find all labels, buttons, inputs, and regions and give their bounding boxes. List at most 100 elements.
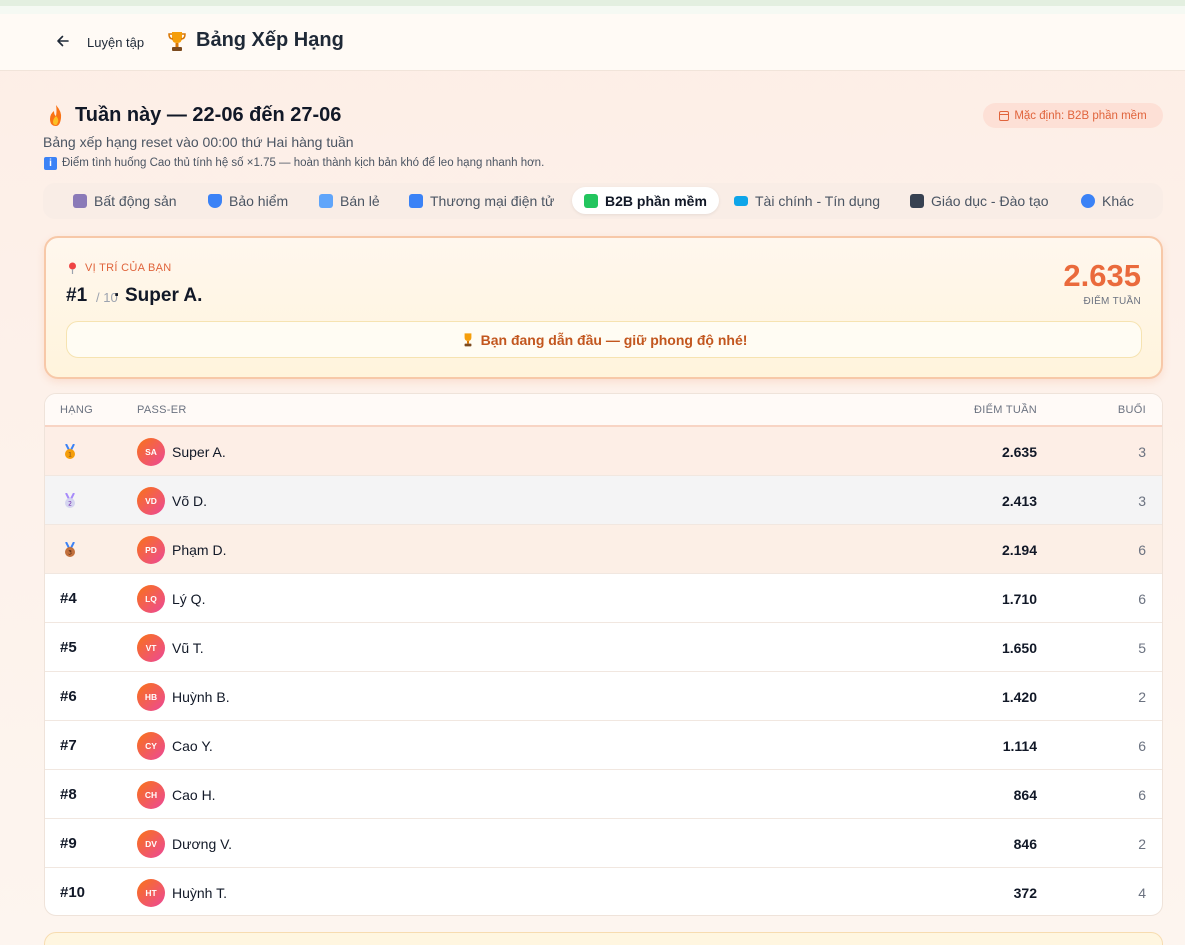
player-sessions: 6 <box>1138 738 1146 754</box>
avatar: DV <box>137 830 165 858</box>
player-sessions: 6 <box>1138 591 1146 607</box>
building-icon <box>73 193 87 208</box>
rank-number: #9 <box>60 835 77 852</box>
player-score: 2.413 <box>1001 493 1037 509</box>
page-header: Luyện tập Bảng Xếp Hạng <box>0 14 1185 71</box>
tab-label: Tài chính - Tín dụng <box>755 192 881 209</box>
arrow-left-icon[interactable] <box>54 32 72 50</box>
credit-card-icon <box>734 195 748 206</box>
back-link[interactable]: Luyện tập <box>87 35 144 50</box>
puzzle-icon <box>584 193 598 208</box>
week-title: Tuần này — 22-06 đến 27-06 <box>75 104 342 126</box>
tab-label: Bảo hiểm <box>229 192 289 209</box>
player-name: Lý Q. <box>172 591 206 607</box>
player-sessions: 2 <box>1138 836 1146 852</box>
reset-note: Bảng xếp hạng reset vào 00:00 thứ Hai hà… <box>43 134 354 150</box>
table-row[interactable]: #10 HT Huỳnh T. 372 4 <box>45 868 1162 915</box>
medal-rank: 1 <box>68 452 72 459</box>
bronze-medal-icon: 3 <box>65 542 75 557</box>
rank-number: #4 <box>60 590 77 607</box>
avatar: PD <box>137 536 165 564</box>
table-row[interactable]: 1 SA Super A. 2.635 3 <box>45 427 1162 476</box>
player-name: Cao Y. <box>172 738 213 754</box>
tab-bat-dong-san[interactable]: Bất động sản <box>61 187 189 214</box>
player-sessions: 3 <box>1138 493 1146 509</box>
avatar: VT <box>137 634 165 662</box>
tab-label: B2B phần mềm <box>605 192 707 209</box>
player-name: Huỳnh B. <box>172 689 230 705</box>
medal-rank: 3 <box>68 550 72 557</box>
rank-number: #10 <box>60 884 86 901</box>
player-sessions: 6 <box>1138 542 1146 558</box>
your-position-label: VỊ TRÍ CỦA BẠN <box>85 262 172 274</box>
table-row[interactable]: #7 CY Cao Y. 1.114 6 <box>45 721 1162 770</box>
tab-b2b-phan-mem[interactable]: B2B phần mềm <box>572 187 719 214</box>
tab-thuong-mai-dien-tu[interactable]: Thương mại điện tử <box>397 187 566 214</box>
header-rank: HẠNG <box>60 404 93 416</box>
tab-giao-duc-dao-tao[interactable]: Giáo dục - Đào tạo <box>898 187 1061 214</box>
tab-ban-le[interactable]: Bán lẻ <box>307 187 392 214</box>
player-sessions: 4 <box>1138 885 1146 901</box>
info-icon: i <box>44 157 57 170</box>
tab-label: Giáo dục - Đào tạo <box>931 192 1049 209</box>
avatar: HT <box>137 879 165 907</box>
player-score: 1.650 <box>1001 640 1037 656</box>
industry-tabs: Bất động sản Bảo hiểm Bán lẻ Thương mại … <box>43 183 1163 219</box>
player-name: Phạm D. <box>172 542 227 558</box>
avatar: SA <box>137 438 165 466</box>
player-score: 1.710 <box>1001 591 1037 607</box>
table-row[interactable]: #5 VT Vũ T. 1.650 5 <box>45 623 1162 672</box>
player-name: Super A. <box>172 444 226 460</box>
your-score: 2.635 <box>1063 258 1141 293</box>
player-sessions: 5 <box>1138 640 1146 656</box>
your-position-card: VỊ TRÍ CỦA BẠN #1 / 10 · Super A. 2.635 … <box>44 236 1163 379</box>
player-name: Cao H. <box>172 787 216 803</box>
pin-icon <box>69 262 76 274</box>
gold-medal-icon: 1 <box>65 444 75 459</box>
player-name: Huỳnh T. <box>172 885 227 901</box>
player-name: Vũ T. <box>172 640 204 656</box>
your-score-label: ĐIỂM TUẦN <box>1083 296 1141 307</box>
shield-icon <box>208 193 222 208</box>
trophy-icon <box>464 333 472 347</box>
tab-tai-chinh-tin-dung[interactable]: Tài chính - Tín dụng <box>722 187 892 214</box>
calendar-icon <box>999 110 1010 121</box>
player-score: 2.635 <box>1001 444 1037 460</box>
graduation-cap-icon <box>910 193 924 208</box>
table-row[interactable]: 3 PD Phạm D. 2.194 6 <box>45 525 1162 574</box>
table-row[interactable]: 2 VD Võ D. 2.413 3 <box>45 476 1162 525</box>
medal-rank: 2 <box>68 501 72 508</box>
laptop-icon <box>409 193 423 208</box>
rank-number: #7 <box>60 737 77 754</box>
avatar: HB <box>137 683 165 711</box>
table-header: HẠNG PASS-ER ĐIỂM TUẦN BUỔI <box>45 394 1162 427</box>
default-badge-label: Mặc định: B2B phần mềm <box>1014 109 1147 122</box>
player-score: 372 <box>1013 885 1037 901</box>
tab-label: Khác <box>1102 192 1134 209</box>
table-row[interactable]: #9 DV Dương V. 846 2 <box>45 819 1162 868</box>
player-score: 1.420 <box>1001 689 1037 705</box>
player-score: 864 <box>1013 787 1037 803</box>
table-row[interactable]: #4 LQ Lý Q. 1.710 6 <box>45 574 1162 623</box>
page-title: Bảng Xếp Hạng <box>196 29 344 51</box>
player-sessions: 2 <box>1138 689 1146 705</box>
trophy-icon <box>168 32 186 51</box>
globe-icon <box>1081 193 1095 208</box>
tab-khac[interactable]: Khác <box>1069 187 1146 214</box>
rank-number: #6 <box>60 688 77 705</box>
table-row[interactable]: #6 HB Huỳnh B. 1.420 2 <box>45 672 1162 721</box>
player-score: 1.114 <box>1002 738 1037 754</box>
header-player: PASS-ER <box>137 404 187 416</box>
tab-bao-hiem[interactable]: Bảo hiểm <box>196 187 300 214</box>
player-sessions: 6 <box>1138 787 1146 803</box>
leaderboard-table: HẠNG PASS-ER ĐIỂM TUẦN BUỔI 1 SA Super A… <box>44 393 1163 916</box>
leader-banner-text: Bạn đang dẫn đầu — giữ phong độ nhé! <box>480 331 748 348</box>
tab-label: Thương mại điện tử <box>430 192 555 209</box>
rank-number: #5 <box>60 639 77 656</box>
shopping-bag-icon <box>319 193 333 208</box>
table-row[interactable]: #8 CH Cao H. 864 6 <box>45 770 1162 819</box>
tab-label: Bán lẻ <box>340 192 380 209</box>
rank-number: #8 <box>60 786 77 803</box>
bonus-note: Điểm tình huống Cao thủ tính hệ số ×1.75… <box>62 157 545 169</box>
header-score: ĐIỂM TUẦN <box>973 404 1037 416</box>
